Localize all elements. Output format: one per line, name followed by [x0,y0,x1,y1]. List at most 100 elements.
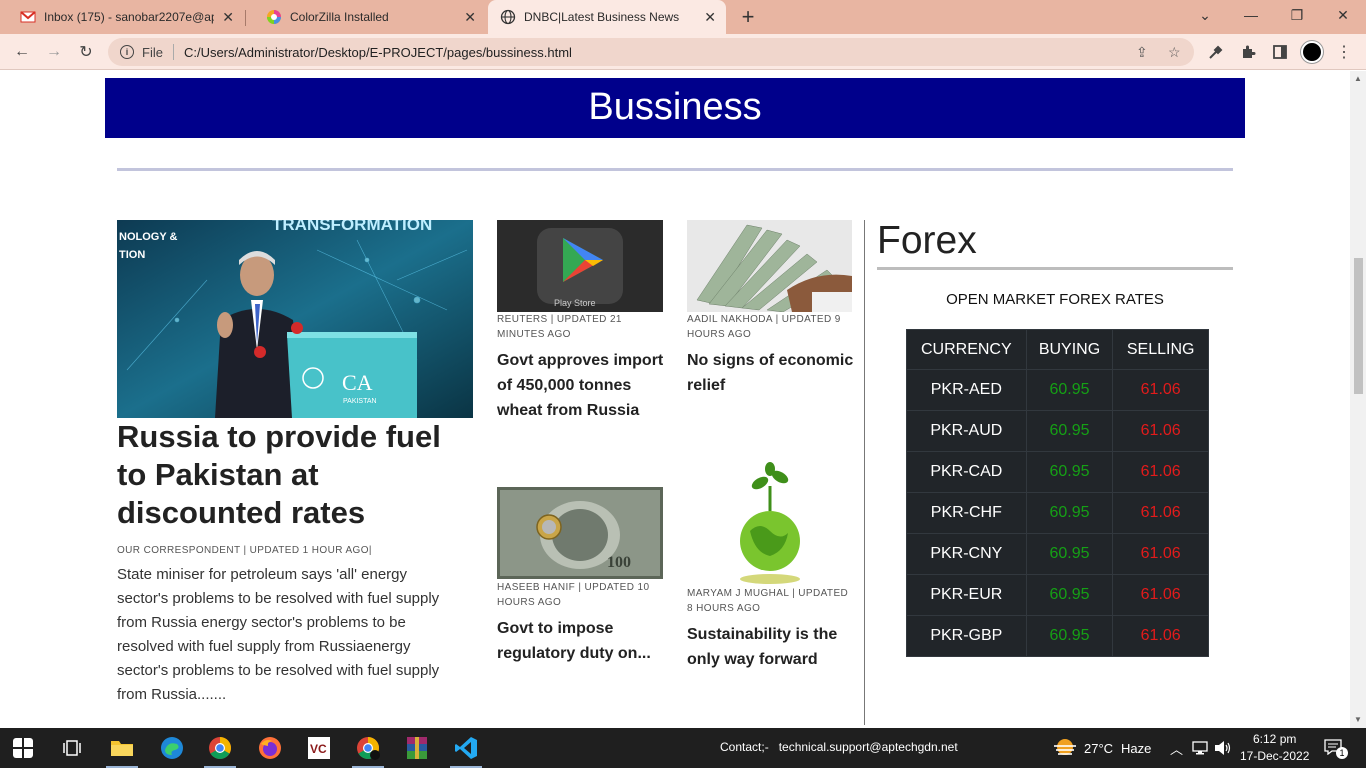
edge-icon[interactable] [160,736,184,760]
lead-story-byline: OUR CORRESPONDENT | UPDATED 1 HOUR AGO| [117,545,372,556]
vscode-alt-icon[interactable]: VC [307,736,331,760]
windows-start-icon[interactable] [13,738,33,758]
bookmark-star-icon[interactable]: ☆ [1168,44,1184,60]
svg-text:VC: VC [310,742,327,756]
address-bar[interactable]: i File C:/Users/Administrator/Desktop/E-… [108,38,1194,66]
tab-dnbc[interactable]: DNBC|Latest Business News ✕ [488,0,726,34]
tab-close-icon[interactable]: ✕ [222,9,234,26]
tab-gmail[interactable]: Inbox (175) - sanobar2207e@aptech ✕ [0,0,244,34]
reload-icon[interactable]: ↻ [74,40,98,64]
haze-weather-icon [1054,739,1076,755]
tab-close-icon[interactable]: ✕ [704,9,716,26]
section-divider [117,168,1233,171]
table-row: PKR-GBP 60.95 61.06 [906,615,1209,657]
close-window-icon[interactable]: ✕ [1320,0,1366,30]
weather-desc: Haze [1121,740,1152,756]
buying-cell: 60.95 [1025,492,1114,534]
extensions-icon[interactable] [1236,40,1260,64]
selling-cell: 61.06 [1112,574,1209,616]
minimize-icon[interactable]: — [1228,0,1274,30]
forex-divider [877,267,1233,270]
table-row: PKR-AED 60.95 61.06 [906,369,1209,411]
tab-search-icon[interactable]: ⌄ [1182,0,1228,30]
chrome-profile-icon[interactable] [356,736,380,760]
currency-cell: PKR-CNY [906,533,1027,575]
scrollbar-thumb[interactable] [1354,258,1363,394]
browser-toolbar: ← → ↻ i File C:/Users/Administrator/Desk… [0,34,1366,70]
back-icon[interactable]: ← [10,40,34,64]
dollar-coin-image[interactable]: 100 [497,487,663,579]
notifications-icon[interactable]: 1 [1324,739,1348,759]
svg-text:Play Store: Play Store [554,298,596,308]
system-clock[interactable]: 6:12 pm 17-Dec-2022 [1240,731,1309,765]
dollar-cash-image[interactable] [687,220,852,312]
vscode-icon[interactable] [454,736,478,760]
file-explorer-icon[interactable] [110,736,134,760]
buying-cell: 60.95 [1025,369,1114,411]
page-viewport: Bussiness TRANSFORMATION NOLOGY & TION C… [0,71,1350,728]
network-icon[interactable] [1192,740,1208,756]
selling-cell: 61.06 [1112,533,1209,575]
currency-cell: PKR-CAD [906,451,1027,493]
table-row: PKR-CNY 60.95 61.06 [906,533,1209,575]
tab-close-icon[interactable]: ✕ [464,9,476,26]
weather-widget[interactable]: 27°C Haze [1052,737,1151,759]
share-icon[interactable]: ⇪ [1136,44,1152,60]
page-banner-title: Bussiness [105,78,1245,138]
lead-image-text: TRANSFORMATION [272,220,432,234]
firefox-icon[interactable] [258,736,282,760]
winrar-icon[interactable] [405,736,429,760]
forex-header-row: CURRENCY BUYING SELLING [906,329,1209,370]
colorzilla-icon [267,10,281,24]
card-title[interactable]: Sustainability is the only way forward [687,622,857,672]
table-row: PKR-AUD 60.95 61.06 [906,410,1209,452]
play-store-image[interactable]: Play Store [497,220,663,312]
info-icon[interactable]: i [120,45,134,59]
selling-cell: 61.06 [1112,410,1209,452]
card-byline: MARYAM J MUGHAL | UPDATED 8 HOURS AGO [687,588,849,614]
task-view-icon[interactable] [62,738,82,758]
lead-story-image[interactable]: TRANSFORMATION NOLOGY & TION CA PAKISTAN [117,220,473,418]
currency-cell: PKR-AUD [906,410,1027,452]
currency-cell: PKR-AED [906,369,1027,411]
forward-icon[interactable]: → [42,40,66,64]
svg-text:PAKISTAN: PAKISTAN [343,398,377,405]
restore-icon[interactable]: ❐ [1274,0,1320,30]
scroll-down-icon[interactable]: ▼ [1354,715,1362,724]
chrome-icon[interactable] [208,736,232,760]
table-row: PKR-CAD 60.95 61.06 [906,451,1209,493]
lead-story-title[interactable]: Russia to provide fuel to Pakistan at di… [117,418,477,532]
card-title[interactable]: Govt to impose regulatory duty on... [497,616,667,666]
currency-cell: PKR-EUR [906,574,1027,616]
page-scrollbar[interactable]: ▲ ▼ [1350,71,1366,728]
side-panel-icon[interactable] [1268,40,1292,64]
clock-time: 6:12 pm [1253,732,1297,746]
selling-cell: 61.06 [1112,615,1209,657]
card-title[interactable]: Govt approves import of 450,000 tonnes w… [497,348,667,423]
currency-cell: PKR-CHF [906,492,1027,534]
contact-info: Contact;- technical.support@aptechgdn.ne… [720,740,958,754]
menu-icon[interactable]: ⋮ [1332,40,1356,64]
scroll-up-icon[interactable]: ▲ [1354,74,1362,83]
forex-title: Forex [877,219,977,262]
tab-title: DNBC|Latest Business News [524,10,680,24]
eyedropper-icon[interactable] [1204,40,1228,64]
tray-chevron-icon[interactable]: ︿ [1170,739,1183,758]
tab-title: ColorZilla Installed [290,10,389,24]
contact-email[interactable]: technical.support@aptechgdn.net [779,740,958,754]
new-tab-button[interactable]: + [736,4,760,30]
svg-text:TION: TION [119,249,145,261]
forex-header-cell: BUYING [1025,329,1114,370]
card-title[interactable]: No signs of economic relief [687,348,857,398]
table-row: PKR-CHF 60.95 61.06 [906,492,1209,534]
contact-label: Contact;- [720,740,769,754]
svg-text:CA: CA [342,370,373,395]
lead-story-body: State miniser for petroleum says 'all' e… [117,566,440,703]
url-text[interactable]: C:/Users/Administrator/Desktop/E-PROJECT… [184,45,572,60]
profile-avatar[interactable] [1301,41,1323,63]
tab-colorzilla[interactable]: ColorZilla Installed ✕ [246,0,486,34]
forex-header-cell: CURRENCY [906,329,1027,370]
volume-icon[interactable] [1214,740,1232,756]
green-globe-image[interactable] [730,461,810,586]
card-byline: AADIL NAKHODA | UPDATED 9 HOURS AGO [687,314,841,340]
